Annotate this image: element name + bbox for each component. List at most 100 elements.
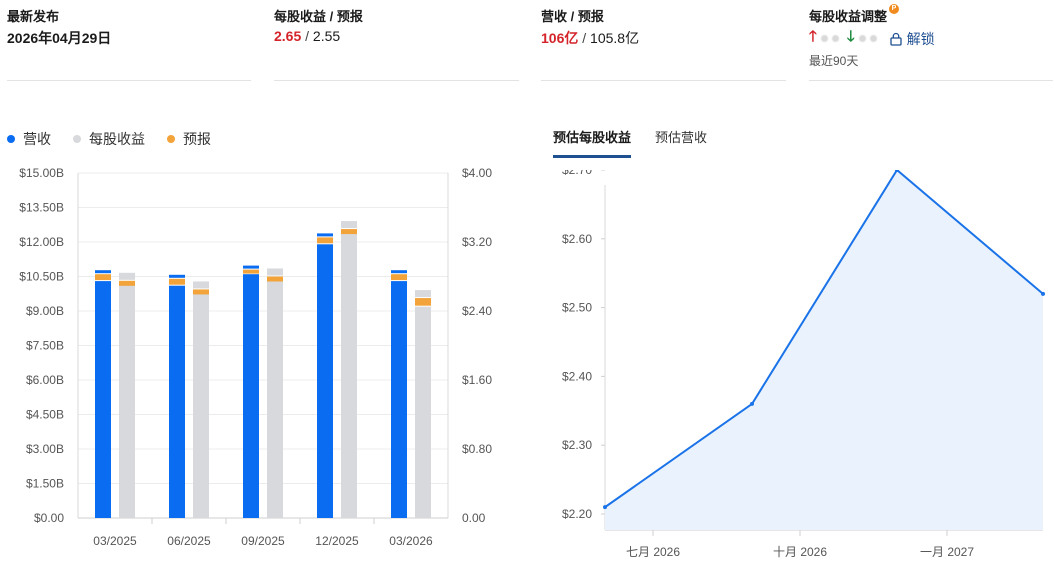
data-point <box>1041 291 1045 296</box>
stat-label: 营收 / 预报 <box>541 9 604 24</box>
y-right-tick: 0.00 <box>462 511 486 525</box>
stat-latest-release: 最新发布 2026年04月29日 <box>7 0 251 81</box>
release-date: 2026年04月29日 <box>7 30 112 46</box>
arrow-up-icon: 🡑 <box>809 28 817 45</box>
y-tick: $2.70 <box>562 170 592 177</box>
y-left-tick: $7.50B <box>26 339 64 353</box>
bar-eps-forecast <box>341 229 357 235</box>
legend-revenue[interactable]: 营收 <box>7 129 51 149</box>
y-right-tick: $3.20 <box>462 235 492 249</box>
bar-eps-cap <box>267 268 283 276</box>
revenue-actual: 106亿 <box>541 30 579 46</box>
y-tick: $2.30 <box>562 438 592 452</box>
data-point <box>750 401 754 406</box>
x-tick-label: 09/2025 <box>241 534 285 548</box>
bar-revenue-forecast <box>391 274 407 281</box>
y-tick: $2.40 <box>562 369 592 383</box>
eps-actual: 2.65 <box>274 28 302 44</box>
revision-row: 🡑 🡓 解锁 <box>809 26 935 51</box>
y-left-tick: $12.00B <box>19 235 64 249</box>
y-right-tick: $0.80 <box>462 442 492 456</box>
x-tick-label: 十月 2026 <box>773 545 827 559</box>
bar-revenue-cap <box>317 233 333 237</box>
bar-revenue-cap <box>243 265 259 269</box>
y-left-tick: $13.50B <box>19 201 64 215</box>
stat-eps-revision: 每股收益调整P 🡑 🡓 解锁 最近90天 <box>809 0 1053 81</box>
bar-revenue-forecast <box>317 237 333 244</box>
bar-eps-forecast <box>267 276 283 282</box>
bar-revenue-cap <box>95 270 111 274</box>
bar-revenue-cap <box>169 274 185 278</box>
x-tick-label: 七月 2026 <box>626 545 680 559</box>
bar-revenue-cap <box>391 270 407 274</box>
y-left-tick: $3.00B <box>26 442 64 456</box>
blurred-value <box>820 35 828 42</box>
legend-dot-revenue <box>7 135 15 143</box>
bar-eps <box>119 285 135 518</box>
bar-revenue-forecast <box>95 274 111 281</box>
arrow-down-icon: 🡓 <box>846 28 855 45</box>
y-left-tick: $6.00B <box>26 373 64 387</box>
legend-forecast[interactable]: 预报 <box>167 129 211 149</box>
stat-eps: 每股收益 / 预报 2.65 / 2.55 <box>274 0 519 81</box>
blurred-value <box>869 35 877 42</box>
y-tick: $2.20 <box>562 507 592 521</box>
y-right-tick: $2.40 <box>462 304 492 318</box>
revenue-forecast: 105.8亿 <box>590 30 640 46</box>
legend-eps[interactable]: 每股收益 <box>73 129 145 149</box>
bar-eps-forecast <box>415 298 431 306</box>
y-tick: $2.60 <box>562 232 592 246</box>
x-tick-label: 03/2025 <box>93 534 137 548</box>
tab-eps-estimate[interactable]: 预估每股收益 <box>553 127 632 158</box>
revision-period: 最近90天 <box>809 54 859 68</box>
y-left-tick: $15.00B <box>19 166 64 180</box>
eps-revision-label: 每股收益调整 <box>809 9 888 24</box>
bar-eps-forecast <box>119 280 135 286</box>
y-left-tick: $4.50B <box>26 408 64 422</box>
blurred-value <box>831 35 839 42</box>
bar-revenue-forecast <box>243 269 259 274</box>
lock-icon[interactable] <box>889 32 903 46</box>
y-left-tick: $1.50B <box>26 477 64 491</box>
estimate-tabs: 预估每股收益 预估营收 <box>553 127 707 158</box>
stat-label: 每股收益调整P <box>809 4 900 25</box>
unlock-link[interactable]: 解锁 <box>907 29 935 49</box>
bar-eps <box>415 306 431 518</box>
x-tick-label: 06/2025 <box>167 534 211 548</box>
eps-values: 2.65 / 2.55 <box>274 28 340 44</box>
y-left-tick: $10.50B <box>19 270 64 284</box>
stat-label: 最新发布 <box>7 9 60 24</box>
stat-label: 每股收益 / 预报 <box>274 9 363 24</box>
blurred-value <box>858 35 866 42</box>
x-tick-label: 12/2025 <box>315 534 359 548</box>
x-tick-label: 03/2026 <box>389 534 433 548</box>
y-right-tick: $1.60 <box>462 373 492 387</box>
bar-eps-cap <box>119 272 135 280</box>
bar-eps-cap <box>415 290 431 298</box>
eps-estimate-area-chart: $2.20 $2.30 $2.40 $2.50 $2.60 $2.70 七月 2026 十月 … <box>562 170 1045 559</box>
bar-revenue-forecast <box>169 278 185 285</box>
eps-forecast: 2.55 <box>312 28 341 44</box>
bar-eps <box>193 293 209 518</box>
legend-dot-forecast <box>167 135 175 143</box>
bar-eps <box>341 233 357 518</box>
bar-eps <box>267 278 283 518</box>
bar-eps-cap <box>193 281 209 289</box>
legend-dot-eps <box>73 135 81 143</box>
area-fill <box>605 170 1043 530</box>
tab-revenue-estimate[interactable]: 预估营收 <box>655 127 707 158</box>
pro-badge-icon: P <box>889 4 900 14</box>
data-point <box>603 505 607 510</box>
legend-label: 每股收益 <box>89 131 145 147</box>
bar-revenue <box>391 281 407 518</box>
y-right-tick: $4.00 <box>462 166 492 180</box>
bar-eps-forecast <box>193 289 209 295</box>
bar-revenue <box>95 281 111 518</box>
bar-revenue <box>243 274 259 518</box>
revenue-values: 106亿 / 105.8亿 <box>541 28 639 48</box>
y-left-tick: $9.00B <box>26 304 64 318</box>
legend-label: 营收 <box>23 131 51 147</box>
eps-separator: / <box>301 28 313 44</box>
legend-label: 预报 <box>183 131 211 147</box>
bar-revenue <box>169 285 185 518</box>
